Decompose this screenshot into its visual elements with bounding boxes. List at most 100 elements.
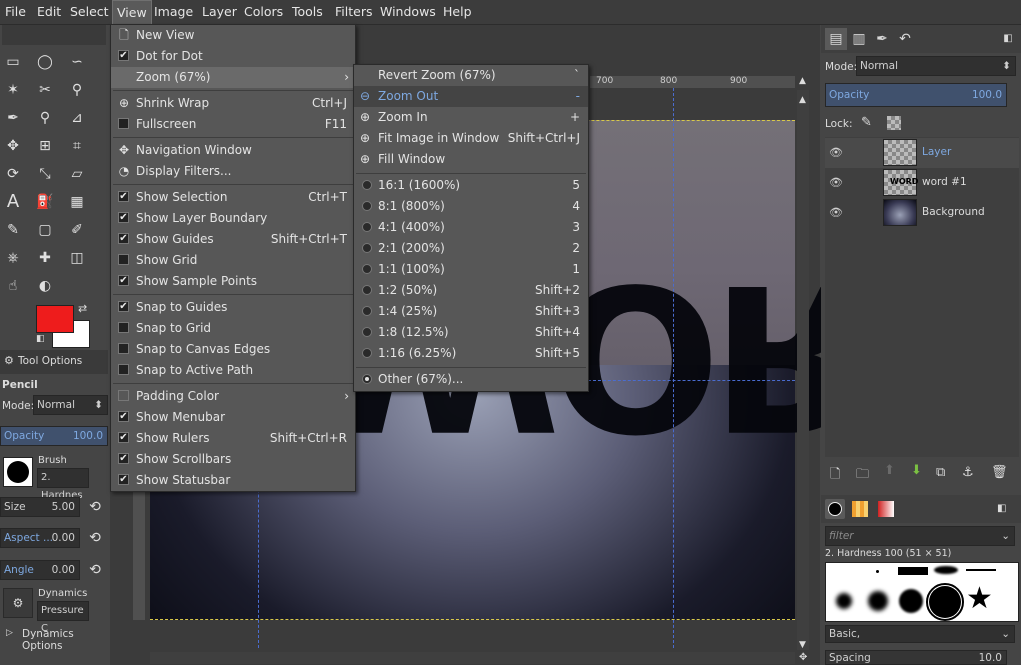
menu-item-display-filters[interactable]: ◔ Display Filters... bbox=[111, 161, 355, 182]
pencil-icon[interactable]: ✎ bbox=[3, 220, 23, 240]
aspect-slider[interactable]: Aspect ... 0.00 bbox=[0, 528, 80, 548]
menu-windows[interactable]: Windows bbox=[380, 4, 436, 19]
undo-tab-icon[interactable]: ↶ bbox=[894, 28, 916, 50]
opacity-slider[interactable]: Opacity 100.0 bbox=[0, 426, 108, 446]
dynamics-options-label[interactable]: Dynamics Options bbox=[22, 628, 108, 652]
zoom-icon[interactable]: ⚲ bbox=[35, 108, 55, 128]
zoom-level-1-2[interactable]: 1:2 (50%) Shift+2 bbox=[354, 280, 588, 301]
menu-item-show-statusbar[interactable]: ✔ Show Statusbar bbox=[111, 470, 355, 491]
fuzzy-select-icon[interactable]: ✶ bbox=[3, 80, 23, 100]
smudge-icon[interactable]: ☝ bbox=[3, 276, 23, 296]
anchor-layer-icon[interactable]: ⚓ bbox=[962, 465, 974, 480]
scale-icon[interactable]: ⤡ bbox=[35, 164, 55, 184]
lower-layer-icon[interactable]: ⬇ bbox=[911, 463, 922, 478]
zoom-item-other[interactable]: Other (67%)... bbox=[354, 369, 588, 390]
tool-options-tab[interactable]: ⚙ Tool Options bbox=[0, 350, 108, 374]
menu-item-navigation-window[interactable]: ✥ Navigation Window bbox=[111, 140, 355, 161]
size-slider[interactable]: Size 5.00 bbox=[0, 497, 80, 517]
free-select-icon[interactable]: ∽ bbox=[67, 52, 87, 72]
foreground-color-swatch[interactable] bbox=[36, 305, 74, 333]
brush-hardness-100-selected[interactable] bbox=[926, 583, 964, 621]
new-layer-group-icon[interactable]: 🗀 bbox=[856, 465, 869, 487]
zoom-level-1-4[interactable]: 1:4 (25%) Shift+3 bbox=[354, 301, 588, 322]
ellipse-select-icon[interactable]: ◯ bbox=[35, 52, 55, 72]
menu-item-show-selection[interactable]: ✔ Show Selection Ctrl+T bbox=[111, 187, 355, 208]
lock-alpha-icon[interactable] bbox=[887, 116, 901, 130]
paths-icon[interactable]: ✒ bbox=[3, 108, 23, 128]
menu-item-snap-to-canvas-edges[interactable]: Snap to Canvas Edges bbox=[111, 339, 355, 360]
menu-layer[interactable]: Layer bbox=[202, 4, 237, 19]
menu-item-fullscreen[interactable]: Fullscreen F11 bbox=[111, 114, 355, 135]
navigate-icon[interactable]: ✥ bbox=[799, 652, 807, 663]
brush-preset-select[interactable]: Basic, ⌄ bbox=[825, 625, 1015, 643]
zoom-level-16-1[interactable]: 16:1 (1600%) 5 bbox=[354, 175, 588, 196]
guide-vertical-right[interactable] bbox=[673, 88, 674, 648]
visibility-eye-icon[interactable]: 👁 bbox=[829, 146, 843, 159]
channels-tab-icon[interactable]: ▥ bbox=[848, 28, 870, 50]
brush-fuzzy-ellipse[interactable] bbox=[934, 566, 958, 574]
new-layer-icon[interactable]: 🗋 bbox=[830, 465, 840, 487]
dock-menu-icon[interactable]: ◧ bbox=[997, 28, 1019, 50]
size-reset-icon[interactable]: ⟲ bbox=[85, 497, 105, 517]
brush-block[interactable] bbox=[898, 567, 928, 575]
layers-tab-icon[interactable]: ▤ bbox=[825, 28, 847, 50]
menu-item-dot-for-dot[interactable]: ✔ Dot for Dot bbox=[111, 46, 355, 67]
angle-slider[interactable]: Angle 0.00 bbox=[0, 560, 80, 580]
menu-view[interactable]: View bbox=[112, 0, 152, 24]
dynamics-options-expander-icon[interactable]: ▷ bbox=[6, 628, 13, 638]
scroll-down-icon[interactable]: ▼ bbox=[799, 640, 806, 650]
brush-soft-small[interactable] bbox=[836, 593, 852, 609]
zoom-level-4-1[interactable]: 4:1 (400%) 3 bbox=[354, 217, 588, 238]
zoom-level-1-1[interactable]: 1:1 (100%) 1 bbox=[354, 259, 588, 280]
zoom-item-fit-image[interactable]: ⊕ Fit Image in Window Shift+Ctrl+J bbox=[354, 128, 588, 149]
text-icon[interactable]: A bbox=[3, 192, 23, 212]
menu-select[interactable]: Select bbox=[70, 4, 109, 19]
delete-layer-icon[interactable]: 🗑 bbox=[991, 465, 1008, 480]
bucket-fill-icon[interactable]: ⛽ bbox=[35, 192, 55, 212]
menu-item-new-view[interactable]: 🗋 New View bbox=[111, 25, 355, 46]
zoom-level-8-1[interactable]: 8:1 (800%) 4 bbox=[354, 196, 588, 217]
scroll-up-icon[interactable]: ▲ bbox=[799, 76, 806, 86]
menu-item-zoom[interactable]: Zoom (67%) › bbox=[111, 67, 355, 88]
brush-line[interactable] bbox=[966, 569, 996, 571]
menu-filters[interactable]: Filters bbox=[335, 4, 372, 19]
layer-row-word[interactable]: 👁 WORD word #1 bbox=[825, 168, 1019, 198]
swap-colors-icon[interactable]: ⇄ bbox=[78, 302, 87, 315]
menu-file[interactable]: File bbox=[5, 4, 26, 19]
blend-icon[interactable]: ▦ bbox=[67, 192, 87, 212]
layer-row-background[interactable]: 👁 Background bbox=[825, 198, 1019, 228]
move-icon[interactable]: ✥ bbox=[3, 136, 23, 156]
gradients-tab-icon[interactable] bbox=[878, 501, 894, 517]
brushes-dock-menu-icon[interactable]: ◧ bbox=[997, 503, 1006, 514]
menu-image[interactable]: Image bbox=[154, 4, 193, 19]
brushes-tab[interactable] bbox=[825, 499, 845, 519]
rect-select-icon[interactable]: ▭ bbox=[3, 52, 23, 72]
guide-horizontal[interactable] bbox=[588, 380, 795, 381]
visibility-eye-icon[interactable]: 👁 bbox=[829, 206, 843, 219]
menu-item-show-layer-boundary[interactable]: ✔ Show Layer Boundary bbox=[111, 208, 355, 229]
zoom-item-zoom-out[interactable]: ⊖ Zoom Out - bbox=[354, 86, 588, 107]
menu-help[interactable]: Help bbox=[443, 4, 472, 19]
menu-item-show-grid[interactable]: Show Grid bbox=[111, 250, 355, 271]
zoom-level-1-16[interactable]: 1:16 (6.25%) Shift+5 bbox=[354, 343, 588, 364]
dodge-icon[interactable]: ◐ bbox=[35, 276, 55, 296]
default-colors-icon[interactable]: ◧ bbox=[36, 334, 45, 344]
menu-item-snap-to-grid[interactable]: Snap to Grid bbox=[111, 318, 355, 339]
airbrush-icon[interactable]: ✐ bbox=[67, 220, 87, 240]
menu-item-show-guides[interactable]: ✔ Show Guides Shift+Ctrl+T bbox=[111, 229, 355, 250]
menu-item-show-sample-points[interactable]: ✔ Show Sample Points bbox=[111, 271, 355, 292]
layers-opacity-slider[interactable]: Opacity 100.0 bbox=[825, 83, 1007, 107]
paths-tab-icon[interactable]: ✒ bbox=[871, 28, 893, 50]
measure-icon[interactable]: ⊿ bbox=[67, 108, 87, 128]
perspective-clone-icon[interactable]: ◫ bbox=[67, 248, 87, 268]
align-icon[interactable]: ⊞ bbox=[35, 136, 55, 156]
zoom-item-zoom-in[interactable]: ⊕ Zoom In + bbox=[354, 107, 588, 128]
brush-soft-large[interactable] bbox=[899, 589, 923, 613]
visibility-eye-icon[interactable]: 👁 bbox=[829, 176, 843, 189]
aspect-reset-icon[interactable]: ⟲ bbox=[85, 528, 105, 548]
lock-pixels-icon[interactable]: ✎ bbox=[861, 115, 872, 130]
scroll-up-icon-2[interactable]: ▲ bbox=[799, 95, 806, 105]
dynamics-field[interactable]: Pressure C bbox=[37, 601, 89, 634]
menu-colors[interactable]: Colors bbox=[244, 4, 283, 19]
menu-item-show-scrollbars[interactable]: ✔ Show Scrollbars bbox=[111, 449, 355, 470]
